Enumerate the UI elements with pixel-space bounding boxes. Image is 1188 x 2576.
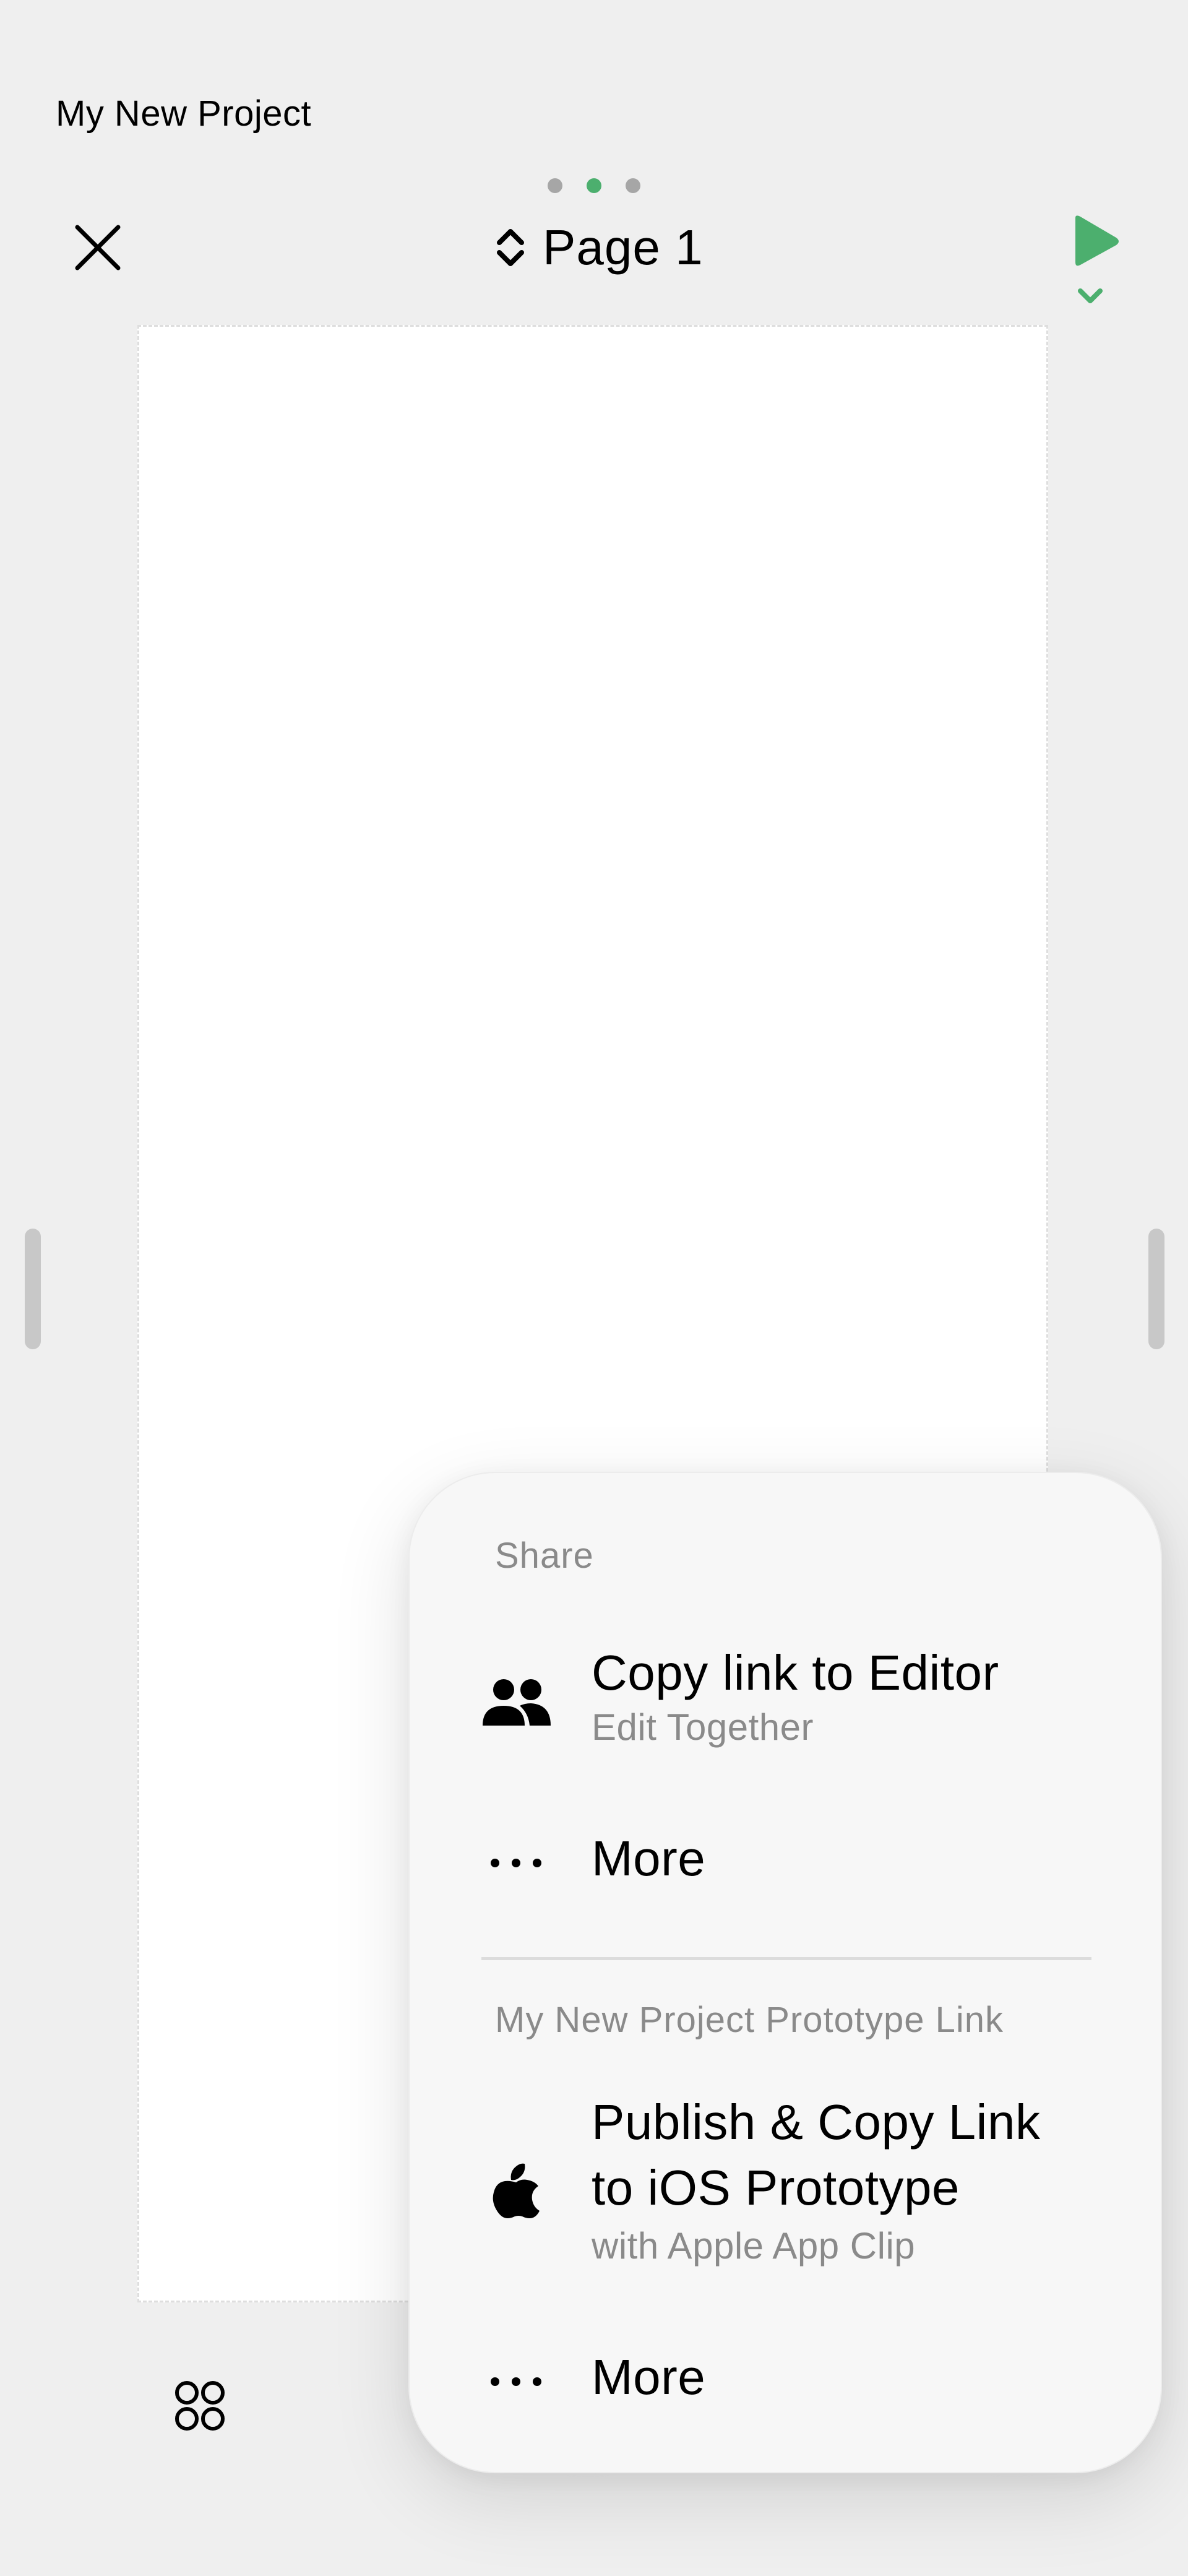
- prototype-more-label: More: [592, 2349, 706, 2405]
- page-dot-1[interactable]: [548, 178, 562, 193]
- copy-link-to-editor-item[interactable]: Copy link to Editor Edit Together: [410, 1645, 1161, 1758]
- page-indicator: [0, 178, 1188, 194]
- play-icon: [1075, 215, 1119, 303]
- share-section-header: Share: [495, 1536, 594, 1576]
- page-dot-2-active[interactable]: [587, 178, 601, 193]
- right-panel-handle[interactable]: [1148, 1229, 1164, 1349]
- prototype-section-header: My New Project Prototype Link: [495, 2000, 1004, 2040]
- grid-circles-icon: [175, 2381, 225, 2431]
- ellipsis-icon: [479, 2351, 553, 2413]
- menu-divider: [481, 1957, 1091, 1960]
- publish-copy-link-item[interactable]: Publish & Copy Link to iOS Prototype wit…: [410, 2094, 1161, 2278]
- chevron-down-icon: [1078, 288, 1103, 303]
- play-button[interactable]: [1052, 210, 1138, 316]
- page-selector[interactable]: Page 1: [492, 217, 704, 279]
- left-panel-handle[interactable]: [25, 1229, 41, 1349]
- page-label: Page 1: [543, 220, 704, 275]
- publish-title-line1: Publish & Copy Link: [592, 2094, 1041, 2150]
- copy-link-title: Copy link to Editor: [592, 1645, 999, 1700]
- page-dot-3[interactable]: [626, 178, 640, 193]
- apple-icon: [479, 2154, 553, 2228]
- people-icon: [479, 1665, 553, 1739]
- close-button[interactable]: [67, 217, 129, 279]
- prototype-more-item[interactable]: More: [410, 2345, 1161, 2419]
- copy-link-subtitle: Edit Together: [592, 1706, 814, 1748]
- project-title: My New Project: [56, 93, 312, 134]
- share-menu: Share Copy link to Editor Edit Together …: [408, 1472, 1162, 2473]
- publish-title-line2: to iOS Prototype: [592, 2160, 960, 2215]
- share-more-label: More: [592, 1831, 706, 1886]
- publish-subtitle: with Apple App Clip: [592, 2225, 916, 2267]
- chevron-up-down-icon: [497, 229, 524, 266]
- share-more-item[interactable]: More: [410, 1826, 1161, 1900]
- ellipsis-icon: [479, 1832, 553, 1894]
- close-icon: [75, 225, 121, 270]
- components-button[interactable]: [166, 2372, 234, 2440]
